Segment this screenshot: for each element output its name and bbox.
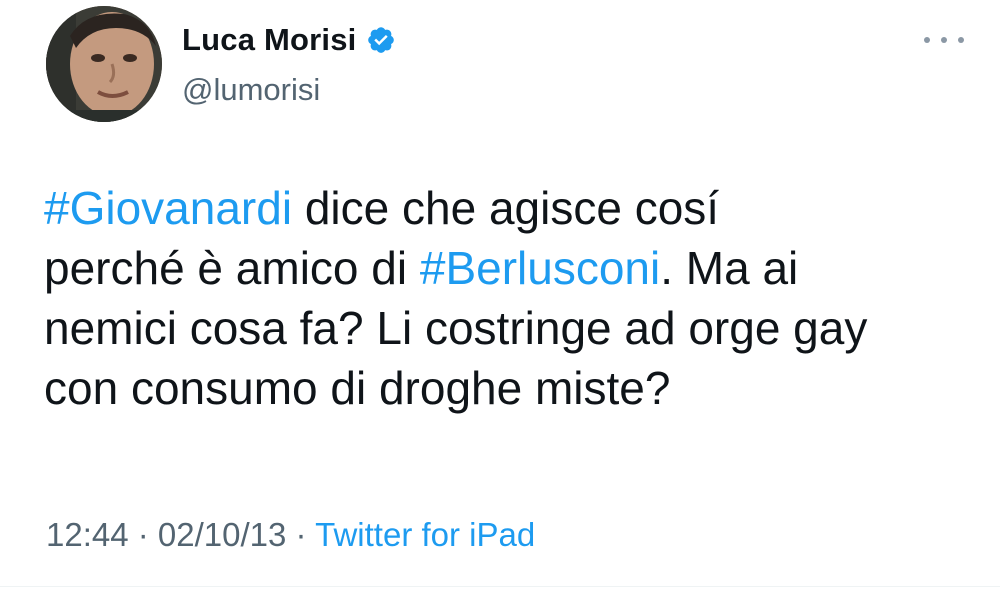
meta-separator: · bbox=[286, 516, 316, 553]
tweet-date[interactable]: 02/10/13 bbox=[158, 516, 286, 553]
tweet-text-segment: . Ma ai bbox=[660, 242, 799, 294]
hashtag-link[interactable]: #Berlusconi bbox=[420, 242, 660, 294]
tweet-line-3: nemici cosa fa? Li costringe ad orge gay bbox=[44, 302, 868, 354]
hashtag-link[interactable]: #Giovanardi bbox=[44, 182, 292, 234]
avatar-photo bbox=[46, 6, 162, 122]
more-dot-icon bbox=[941, 37, 947, 43]
tweet-card: Luca Morisi @lumorisi #Giovanardi dice c… bbox=[0, 0, 1000, 589]
tweet-line-2: perché è amico di #Berlusconi. Ma ai bbox=[44, 238, 974, 298]
tweet-text-segment: perché è amico di bbox=[44, 242, 420, 294]
more-dot-icon bbox=[958, 37, 964, 43]
more-options-button[interactable] bbox=[924, 28, 964, 52]
tweet-text: #Giovanardi dice che agisce cosí perché … bbox=[44, 178, 974, 418]
author-name-row: Luca Morisi bbox=[182, 22, 396, 58]
tweet-source-link[interactable]: Twitter for iPad bbox=[315, 516, 535, 553]
verified-badge-icon bbox=[366, 25, 396, 55]
tweet-line-1: #Giovanardi dice che agisce cosí bbox=[44, 178, 974, 238]
tweet-text-segment: dice che agisce cosí bbox=[292, 182, 720, 234]
avatar[interactable] bbox=[46, 6, 162, 122]
meta-separator: · bbox=[128, 516, 158, 553]
tweet-time[interactable]: 12:44 bbox=[46, 516, 129, 553]
display-name[interactable]: Luca Morisi bbox=[182, 22, 356, 58]
divider bbox=[0, 586, 1000, 587]
tweet-meta: 12:44 · 02/10/13 · Twitter for iPad bbox=[46, 516, 535, 554]
user-handle[interactable]: @lumorisi bbox=[182, 72, 320, 108]
more-dot-icon bbox=[924, 37, 930, 43]
tweet-line-4: con consumo di droghe miste? bbox=[44, 362, 671, 414]
